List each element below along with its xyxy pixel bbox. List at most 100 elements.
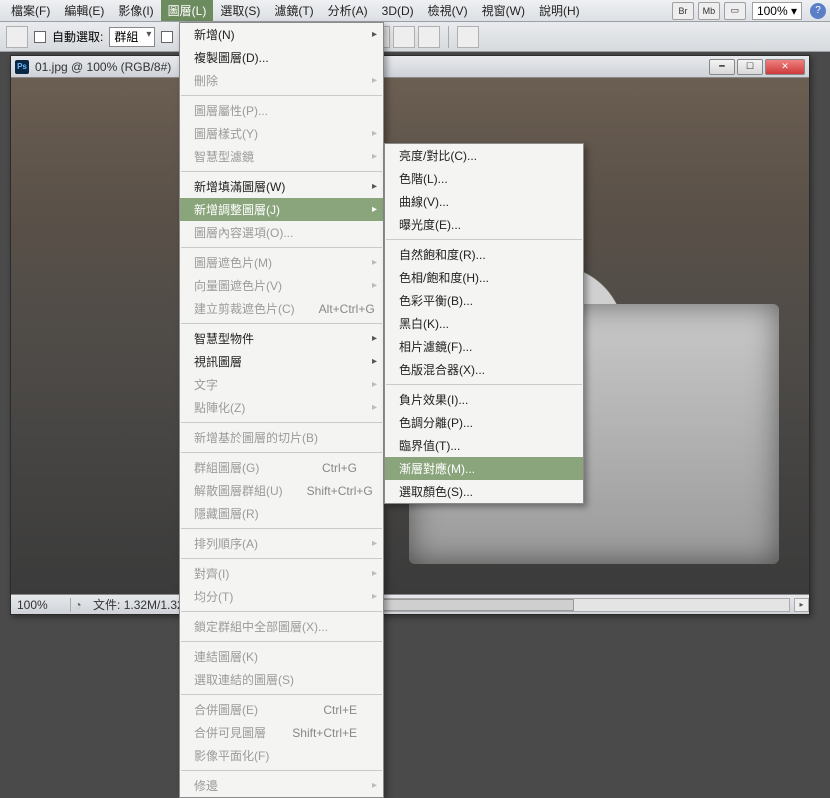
layer-menu-item[interactable]: 智慧型物件 xyxy=(180,327,383,350)
layer-menu-item: 排列順序(A) xyxy=(180,532,383,555)
layer-menu-item: 文字 xyxy=(180,373,383,396)
auto-align-icon[interactable] xyxy=(457,26,479,48)
adjustment-submenu-item[interactable]: 相片濾鏡(F)... xyxy=(385,335,583,358)
menu-item-label: 黑白(K)... xyxy=(399,315,449,332)
menu-separator xyxy=(181,422,382,423)
auto-select-label: 自動選取: xyxy=(52,28,103,45)
show-transform-checkbox[interactable] xyxy=(161,31,173,43)
layer-menu-item: 解散圖層群組(U)Shift+Ctrl+G xyxy=(180,479,383,502)
close-button[interactable]: ✕ xyxy=(765,59,805,75)
menu-layer[interactable]: 圖層(L) xyxy=(161,0,214,21)
menu-item-label: 智慧型物件 xyxy=(194,330,254,347)
layer-menu-item[interactable]: 新增調整圖層(J) xyxy=(180,198,383,221)
layer-menu-item: 圖層遮色片(M) xyxy=(180,251,383,274)
document-title: 01.jpg @ 100% (RGB/8#) xyxy=(35,60,171,74)
tool-preset-icon[interactable] xyxy=(6,26,28,48)
menu-separator xyxy=(181,611,382,612)
menu-select[interactable]: 選取(S) xyxy=(213,0,267,21)
menu-item-label: 點陣化(Z) xyxy=(194,399,245,416)
adjustment-submenu-item[interactable]: 色相/飽和度(H)... xyxy=(385,266,583,289)
menu-item-label: 新增基於圖層的切片(B) xyxy=(194,429,318,446)
menu-item-label: 對齊(I) xyxy=(194,565,229,582)
menu-separator xyxy=(181,452,382,453)
menu-item-label: 色調分離(P)... xyxy=(399,414,473,431)
adjustment-submenu-item[interactable]: 選取顏色(S)... xyxy=(385,480,583,503)
menu-item-label: 智慧型濾鏡 xyxy=(194,148,254,165)
menu-window[interactable]: 視窗(W) xyxy=(475,0,532,21)
menu-image[interactable]: 影像(I) xyxy=(111,0,160,21)
new-adjustment-layer-submenu: 亮度/對比(C)... 色階(L)...曲線(V)...曝光度(E)... 自然飽和… xyxy=(384,143,584,504)
menu-item-label: 新增(N) xyxy=(194,26,235,43)
menu-filter[interactable]: 濾鏡(T) xyxy=(267,0,320,21)
menu-item-label: 色彩平衡(B)... xyxy=(399,292,473,309)
minibridge-button[interactable]: Mb xyxy=(698,2,720,20)
menu-edit[interactable]: 編輯(E) xyxy=(57,0,111,21)
adjustment-submenu-item[interactable]: 曲線(V)... xyxy=(385,190,583,213)
menu-item-label: 相片濾鏡(F)... xyxy=(399,338,472,355)
auto-select-checkbox[interactable] xyxy=(34,31,46,43)
adjustment-submenu-item[interactable]: 臨界值(T)... xyxy=(385,434,583,457)
menu-item-label: 隱藏圖層(R) xyxy=(194,505,259,522)
menu-separator xyxy=(181,770,382,771)
menu-item-label: 亮度/對比(C)... xyxy=(399,147,477,164)
layer-menu-item[interactable]: 複製圖層(D)... xyxy=(180,46,383,69)
layer-menu-item: 合併圖層(E) Ctrl+E xyxy=(180,698,383,721)
menu-item-label: 鎖定群組中全部圖層(X)... xyxy=(194,618,328,635)
adjustment-submenu-item[interactable]: 色版混合器(X)... xyxy=(385,358,583,381)
menu-separator xyxy=(181,558,382,559)
layer-menu-item: 影像平面化(F) xyxy=(180,744,383,767)
help-icon[interactable]: ? xyxy=(810,3,826,19)
menu-item-label: 修邊 xyxy=(194,777,218,794)
menu-item-label: 新增調整圖層(J) xyxy=(194,201,280,218)
screenmode-button[interactable]: ▭ xyxy=(724,2,746,20)
minimize-button[interactable]: ━ xyxy=(709,59,735,75)
adjustment-submenu-item[interactable]: 負片效果(I)... xyxy=(385,388,583,411)
menu-item-label: 自然飽和度(R)... xyxy=(399,246,486,263)
distribute-icon[interactable] xyxy=(393,26,415,48)
menu-item-shortcut: Ctrl+G xyxy=(322,461,357,475)
layer-menu-item[interactable]: 視訊圖層 xyxy=(180,350,383,373)
status-zoom[interactable]: 100% xyxy=(11,598,71,612)
adjustment-submenu-item[interactable]: 自然飽和度(R)... xyxy=(385,243,583,266)
menu-item-label: 刪除 xyxy=(194,72,218,89)
layer-menu-item: 建立剪裁遮色片(C)Alt+Ctrl+G xyxy=(180,297,383,320)
layer-menu-item: 群組圖層(G) Ctrl+G xyxy=(180,456,383,479)
layer-menu-item: 鎖定群組中全部圖層(X)... xyxy=(180,615,383,638)
menu-item-label: 向量圖遮色片(V) xyxy=(194,277,282,294)
layer-menu-item: 新增基於圖層的切片(B) xyxy=(180,426,383,449)
menu-view[interactable]: 檢視(V) xyxy=(421,0,475,21)
menu-item-shortcut: Ctrl+E xyxy=(323,703,357,717)
layer-menu-item[interactable]: 新增(N) xyxy=(180,23,383,46)
menu-item-label: 排列順序(A) xyxy=(194,535,258,552)
distribute-icon[interactable] xyxy=(418,26,440,48)
menu-item-label: 群組圖層(G) xyxy=(194,459,259,476)
menu-item-label: 色相/飽和度(H)... xyxy=(399,269,489,286)
auto-select-dropdown[interactable]: 群組 xyxy=(109,27,155,47)
bridge-button[interactable]: Br xyxy=(672,2,694,20)
menu-item-label: 臨界值(T)... xyxy=(399,437,460,454)
menu-item-shortcut: Shift+Ctrl+E xyxy=(292,726,357,740)
menu-analysis[interactable]: 分析(A) xyxy=(321,0,375,21)
adjustment-submenu-item[interactable]: 色彩平衡(B)... xyxy=(385,289,583,312)
scroll-right-arrow[interactable]: ▸ xyxy=(794,598,809,612)
adjustment-submenu-item[interactable]: 曝光度(E)... xyxy=(385,213,583,236)
menu-help[interactable]: 說明(H) xyxy=(532,0,587,21)
adjustment-submenu-item[interactable]: 色調分離(P)... xyxy=(385,411,583,434)
menu-separator xyxy=(181,641,382,642)
menu-3d[interactable]: 3D(D) xyxy=(375,2,421,20)
menu-item-label: 選取連結的圖層(S) xyxy=(194,671,294,688)
menu-item-label: 解散圖層群組(U) xyxy=(194,482,283,499)
menu-item-label: 合併圖層(E) xyxy=(194,701,258,718)
layer-menu-item: 圖層內容選項(O)... xyxy=(180,221,383,244)
h-scrollbar[interactable] xyxy=(359,598,790,612)
adjustment-submenu-item[interactable]: 色階(L)... xyxy=(385,167,583,190)
adjustment-submenu-item[interactable]: 黑白(K)... xyxy=(385,312,583,335)
adjustment-submenu-item[interactable]: 漸層對應(M)... xyxy=(385,457,583,480)
layer-menu-item[interactable]: 新增填滿圖層(W) xyxy=(180,175,383,198)
maximize-button[interactable]: ☐ xyxy=(737,59,763,75)
zoom-field[interactable]: 100% ▾ xyxy=(752,2,802,20)
adjustment-submenu-item[interactable]: 亮度/對比(C)... xyxy=(385,144,583,167)
menu-file[interactable]: 檔案(F) xyxy=(4,0,57,21)
menu-item-label: 建立剪裁遮色片(C) xyxy=(194,300,295,317)
layer-menu-item: 連結圖層(K) xyxy=(180,645,383,668)
